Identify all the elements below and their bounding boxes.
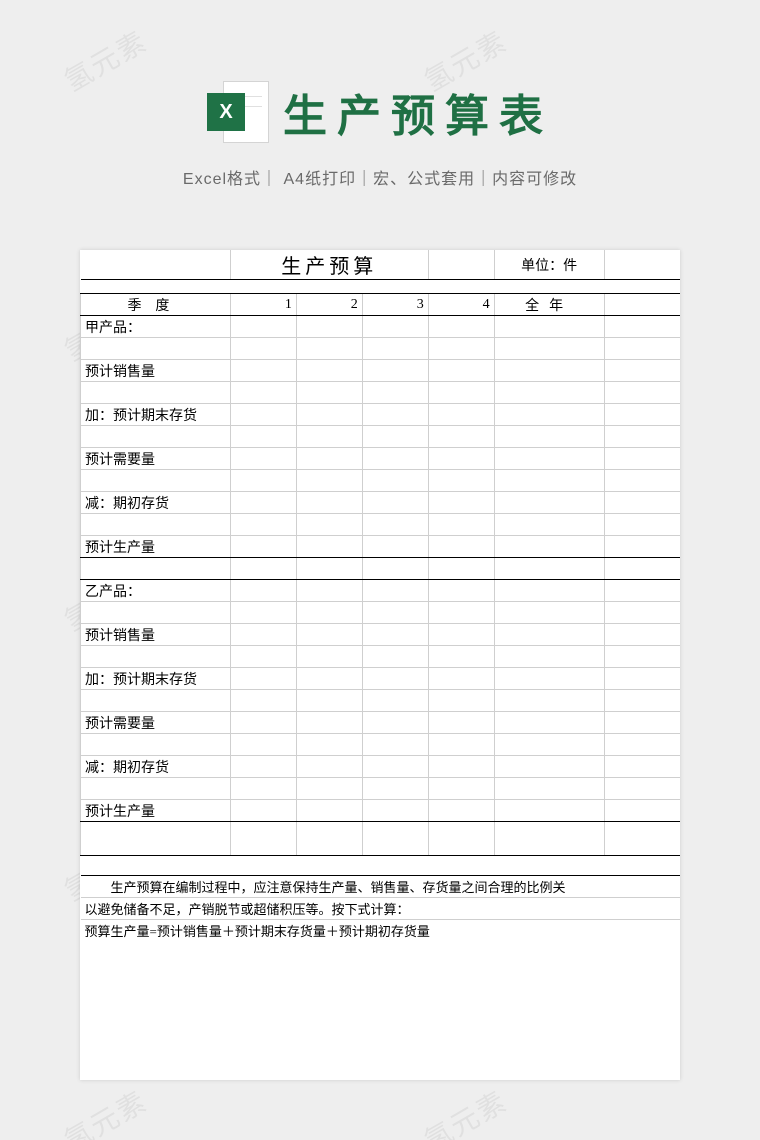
- row-sub-begin-inv-a: 减：期初存货: [81, 492, 231, 514]
- page-subtitle: Excel格式｜ A4纸打印｜宏、公式套用｜内容可修改: [0, 165, 760, 189]
- watermark: 氢元素: [416, 1080, 514, 1140]
- watermark: 氢元素: [56, 1080, 154, 1140]
- row-forecast-prod-a: 预计生产量: [81, 536, 231, 558]
- product-b-label: 乙产品：: [81, 580, 231, 602]
- note-line-1: 生产预算在编制过程中，应注意保持生产量、销售量、存货量之间合理的比例关: [81, 876, 681, 898]
- col-q1: 1: [230, 294, 296, 316]
- row-forecast-sales-b: 预计销售量: [81, 624, 231, 646]
- row-forecast-prod-b: 预计生产量: [81, 800, 231, 822]
- row-forecast-need-b: 预计需要量: [81, 712, 231, 734]
- row-forecast-need-a: 预计需要量: [81, 448, 231, 470]
- budget-table: 生产预算 单位：件 季度 1 2 3 4 全年 甲产品： 预计销售量 加：预计期…: [80, 250, 680, 942]
- note-line-2: 以避免储备不足，产销脱节或超储积压等。按下式计算：: [81, 898, 681, 920]
- note-line-3: 预算生产量=预计销售量＋预计期末存货量＋预计期初存货量: [81, 920, 681, 942]
- row-forecast-sales-a: 预计销售量: [81, 360, 231, 382]
- document-page: 生产预算 单位：件 季度 1 2 3 4 全年 甲产品： 预计销售量 加：预计期…: [80, 250, 680, 1080]
- col-header-quarter: 季度: [81, 294, 231, 316]
- row-add-ending-inv-a: 加：预计期末存货: [81, 404, 231, 426]
- row-add-ending-inv-b: 加：预计期末存货: [81, 668, 231, 690]
- page-header: X 生产预算表: [0, 80, 760, 144]
- excel-icon-letter: X: [207, 93, 245, 131]
- col-q3: 3: [362, 294, 428, 316]
- col-q2: 2: [296, 294, 362, 316]
- page-title: 生产预算表: [283, 80, 553, 144]
- col-year: 全年: [494, 294, 604, 316]
- sheet-title: 生产预算: [230, 250, 428, 280]
- col-q4: 4: [428, 294, 494, 316]
- excel-icon: X: [207, 81, 269, 143]
- unit-label: 单位：件: [494, 250, 604, 280]
- row-sub-begin-inv-b: 减：期初存货: [81, 756, 231, 778]
- product-a-label: 甲产品：: [81, 316, 231, 338]
